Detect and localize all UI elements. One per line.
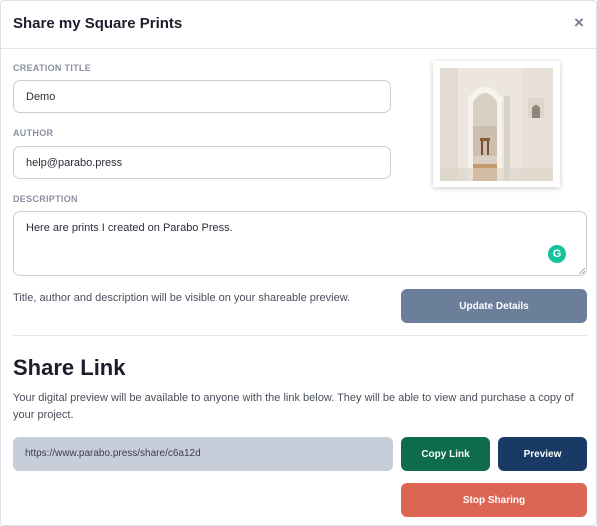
stop-sharing-button[interactable]: Stop Sharing: [401, 483, 587, 517]
grammarly-icon[interactable]: G: [548, 245, 566, 263]
details-help-text: Title, author and description will be vi…: [13, 292, 351, 304]
project-thumbnail: [433, 61, 560, 187]
update-details-button[interactable]: Update Details: [401, 289, 587, 323]
preview-button[interactable]: Preview: [498, 437, 587, 471]
close-icon[interactable]: ×: [570, 13, 588, 33]
resize-grip-icon[interactable]: [578, 267, 585, 274]
section-divider: [13, 335, 587, 336]
share-link-heading: Share Link: [13, 355, 126, 380]
print-thumbnail-image: [440, 68, 553, 181]
modal-title: Share my Square Prints: [13, 15, 183, 32]
share-link-field[interactable]: https://www.parabo.press/share/c6a12d: [13, 437, 393, 471]
copy-link-button[interactable]: Copy Link: [401, 437, 490, 471]
share-link-description: Your digital preview will be available t…: [13, 392, 574, 421]
description-textarea[interactable]: Here are prints I created on Parabo Pres…: [13, 211, 587, 276]
description-label: DESCRIPTION: [13, 194, 78, 204]
creation-title-input[interactable]: [13, 80, 391, 113]
creation-title-label: CREATION TITLE: [13, 63, 92, 73]
share-modal: Share my Square Prints × CREATION TITLE …: [0, 0, 597, 526]
author-input[interactable]: [13, 146, 391, 179]
author-label: AUTHOR: [13, 128, 54, 138]
modal-header: Share my Square Prints ×: [1, 1, 597, 49]
